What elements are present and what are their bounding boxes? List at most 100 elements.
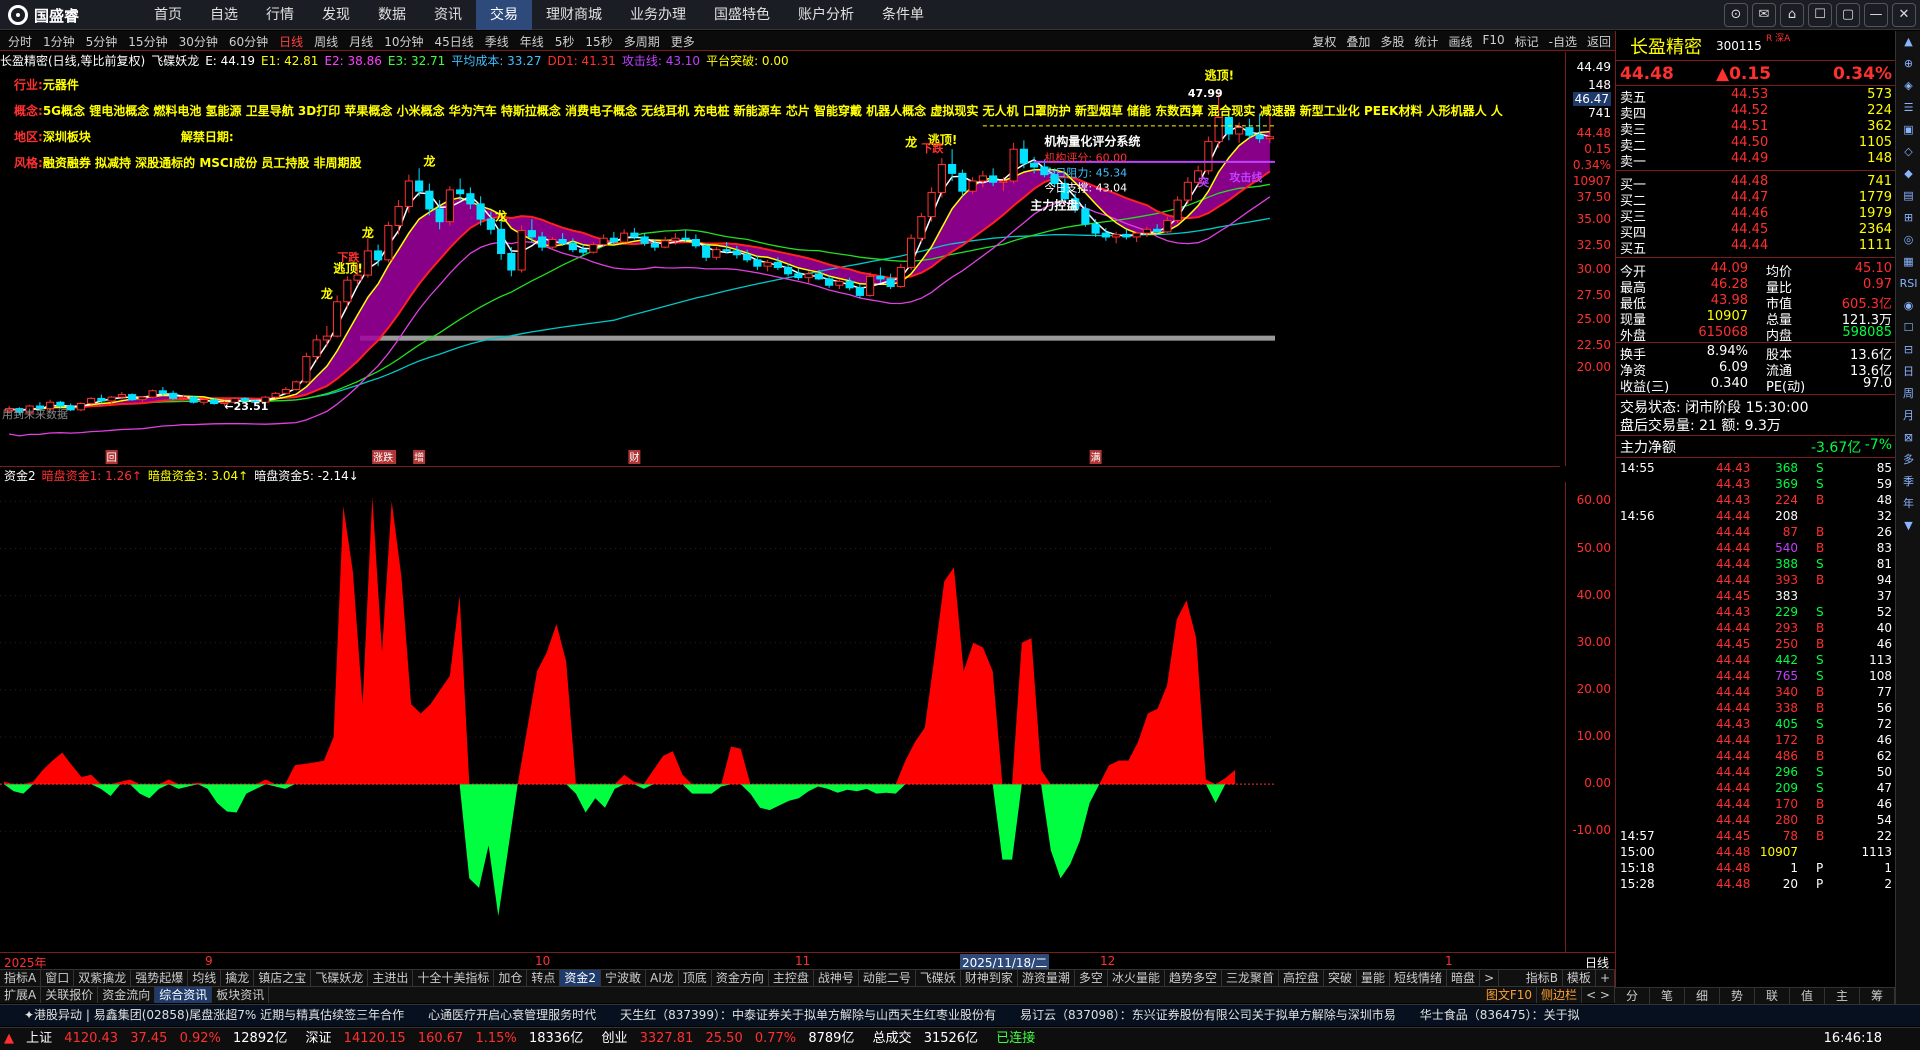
menu-item-4[interactable]: 数据 bbox=[364, 0, 420, 30]
period-13[interactable]: 5秒 bbox=[555, 33, 575, 50]
chart-tool-6[interactable]: 标记 bbox=[1515, 33, 1539, 50]
menu-item-1[interactable]: 自选 bbox=[196, 0, 252, 30]
quote-tab-5[interactable]: 值 bbox=[1790, 988, 1825, 1004]
indicator-tab-24[interactable]: 冰火量能 bbox=[1108, 970, 1165, 986]
menu-item-8[interactable]: 业务办理 bbox=[616, 0, 700, 30]
sidebar-icon-7[interactable]: ▤ bbox=[1896, 185, 1920, 207]
sidebar-icon-13[interactable]: ☐ bbox=[1896, 317, 1920, 339]
indicator-tab-8[interactable]: 主进出 bbox=[368, 970, 414, 986]
sidebar-icon-17[interactable]: 月 bbox=[1896, 405, 1920, 427]
news-ticker[interactable]: ✦港股异动 | 易鑫集团(02858)尾盘涨超7% 近期与精真估续签三年合作 心通… bbox=[0, 1004, 1920, 1026]
sidebar-icon-4[interactable]: ▣ bbox=[1896, 119, 1920, 141]
sidebar-icon-18[interactable]: ⊠ bbox=[1896, 427, 1920, 449]
chart-tool-7[interactable]: -自选 bbox=[1549, 33, 1577, 50]
menu-item-9[interactable]: 国盛特色 bbox=[700, 0, 784, 30]
indicator-tab-26[interactable]: 三龙聚首 bbox=[1222, 970, 1279, 986]
period-4[interactable]: 30分钟 bbox=[179, 33, 218, 50]
indicator-tab-19[interactable]: 动能二号 bbox=[859, 970, 916, 986]
news-item[interactable]: 华士食品（836475）：关于拟 bbox=[1420, 1008, 1580, 1022]
bid-row[interactable]: 买二 44.47 1779 bbox=[1616, 190, 1896, 209]
extension-tab-1[interactable]: 关联报价 bbox=[41, 987, 99, 1003]
sidebar-icon-12[interactable]: ◉ bbox=[1896, 295, 1920, 317]
indicator-tab-10[interactable]: 加仓 bbox=[494, 970, 528, 986]
window-control-icon-4[interactable]: ▢ bbox=[1836, 3, 1860, 27]
period-6[interactable]: 日线 bbox=[279, 33, 303, 50]
extension-tool-1[interactable]: 侧边栏 bbox=[1537, 987, 1583, 1003]
indicator-tool-2[interactable]: + bbox=[1596, 970, 1615, 986]
window-control-icon-0[interactable]: ⊙ bbox=[1724, 3, 1748, 27]
indicator-tab-1[interactable]: 窗口 bbox=[41, 970, 75, 986]
menu-item-2[interactable]: 行情 bbox=[252, 0, 308, 30]
window-control-icon-3[interactable]: ☐ bbox=[1808, 3, 1832, 27]
sidebar-icon-20[interactable]: 季 bbox=[1896, 471, 1920, 493]
indicator-tool-0[interactable]: 指标B bbox=[1522, 970, 1563, 986]
extension-tab-3[interactable]: 综合资讯 bbox=[155, 987, 213, 1003]
period-11[interactable]: 季线 bbox=[485, 33, 509, 50]
indicator-tab-14[interactable]: AI龙 bbox=[646, 970, 679, 986]
extension-tab-0[interactable]: 扩展A bbox=[0, 987, 42, 1003]
sidebar-icon-19[interactable]: 多 bbox=[1896, 449, 1920, 471]
indicator-tab-23[interactable]: 多空 bbox=[1075, 970, 1108, 986]
window-control-icon-1[interactable]: ✉ bbox=[1752, 3, 1776, 27]
ask-row[interactable]: 卖一 44.49 148 bbox=[1616, 151, 1896, 170]
chart-tool-8[interactable]: 返回 bbox=[1587, 33, 1611, 50]
quote-tab-4[interactable]: 联 bbox=[1755, 988, 1790, 1004]
period-15[interactable]: 多周期 bbox=[624, 33, 660, 50]
sidebar-icon-11[interactable]: RSI bbox=[1896, 273, 1920, 295]
window-control-icon-5[interactable]: — bbox=[1864, 3, 1888, 27]
extension-tool-0[interactable]: 图文F10 bbox=[1482, 987, 1538, 1003]
indicator-tab-25[interactable]: 趋势多空 bbox=[1165, 970, 1222, 986]
indicator-tab-28[interactable]: 突破 bbox=[1324, 970, 1358, 986]
quote-tab-0[interactable]: 分 bbox=[1615, 988, 1650, 1004]
indicator-tab-15[interactable]: 顶底 bbox=[679, 970, 712, 986]
indicator-tab-0[interactable]: 指标A bbox=[0, 970, 42, 986]
menu-item-0[interactable]: 首页 bbox=[140, 0, 196, 30]
sidebar-icon-0[interactable]: ▲ bbox=[1896, 31, 1920, 53]
period-9[interactable]: 10分钟 bbox=[384, 33, 423, 50]
sidebar-icon-10[interactable]: ▦ bbox=[1896, 251, 1920, 273]
ask-row[interactable]: 卖四 44.52 224 bbox=[1616, 103, 1896, 122]
extension-tab-2[interactable]: 资金流向 bbox=[98, 987, 156, 1003]
indicator-tab-32[interactable]: > bbox=[1480, 970, 1500, 986]
indicator-tab-16[interactable]: 资金方向 bbox=[712, 970, 769, 986]
indicator-tab-9[interactable]: 十全十美指标 bbox=[413, 970, 495, 986]
indicator-tab-31[interactable]: 暗盘 bbox=[1447, 970, 1481, 986]
bid-row[interactable]: 买五 44.44 1111 bbox=[1616, 238, 1896, 257]
period-2[interactable]: 5分钟 bbox=[86, 33, 118, 50]
quote-tab-2[interactable]: 细 bbox=[1685, 988, 1720, 1004]
sidebar-icon-2[interactable]: ◈ bbox=[1896, 75, 1920, 97]
indicator-tab-2[interactable]: 双紫擒龙 bbox=[74, 970, 132, 986]
indicator-tab-13[interactable]: 宁波敢 bbox=[601, 970, 647, 986]
ask-row[interactable]: 卖二 44.50 1105 bbox=[1616, 135, 1896, 154]
chart-tool-5[interactable]: F10 bbox=[1482, 33, 1504, 50]
indicator-tab-18[interactable]: 战神号 bbox=[814, 970, 859, 986]
chart-tool-2[interactable]: 多股 bbox=[1380, 33, 1404, 50]
news-item[interactable]: 心通医疗开启心衰管理服务时代 bbox=[428, 1008, 596, 1022]
sidebar-icon-1[interactable]: ⊕ bbox=[1896, 53, 1920, 75]
chart-tool-0[interactable]: 复权 bbox=[1312, 33, 1336, 50]
bid-row[interactable]: 买三 44.46 1979 bbox=[1616, 206, 1896, 225]
indicator-tab-17[interactable]: 主控盘 bbox=[769, 970, 814, 986]
indicator-tab-4[interactable]: 均线 bbox=[188, 970, 222, 986]
period-7[interactable]: 周线 bbox=[314, 33, 338, 50]
sidebar-icon-5[interactable]: ◇ bbox=[1896, 141, 1920, 163]
indicator-tab-21[interactable]: 财神到家 bbox=[961, 970, 1018, 986]
sidebar-icon-14[interactable]: ⊟ bbox=[1896, 339, 1920, 361]
indicator-tool-1[interactable]: 模板 bbox=[1563, 970, 1596, 986]
fund-flow-chart[interactable] bbox=[0, 482, 1565, 952]
quote-tab-7[interactable]: 筹 bbox=[1860, 988, 1895, 1004]
period-3[interactable]: 15分钟 bbox=[128, 33, 167, 50]
chart-tool-4[interactable]: 画线 bbox=[1448, 33, 1472, 50]
indicator-tab-20[interactable]: 飞碟妖 bbox=[916, 970, 961, 986]
quote-tab-6[interactable]: 主 bbox=[1825, 988, 1860, 1004]
indicator-tab-12[interactable]: 资金2 bbox=[560, 970, 602, 986]
period-10[interactable]: 45日线 bbox=[434, 33, 473, 50]
period-12[interactable]: 年线 bbox=[520, 33, 544, 50]
quote-tab-3[interactable]: 势 bbox=[1720, 988, 1755, 1004]
sidebar-icon-9[interactable]: ◎ bbox=[1896, 229, 1920, 251]
quote-tab-1[interactable]: 笔 bbox=[1650, 988, 1685, 1004]
sidebar-icon-21[interactable]: 年 bbox=[1896, 493, 1920, 515]
indicator-tab-11[interactable]: 转点 bbox=[527, 970, 561, 986]
period-0[interactable]: 分时 bbox=[8, 33, 32, 50]
period-1[interactable]: 1分钟 bbox=[43, 33, 75, 50]
